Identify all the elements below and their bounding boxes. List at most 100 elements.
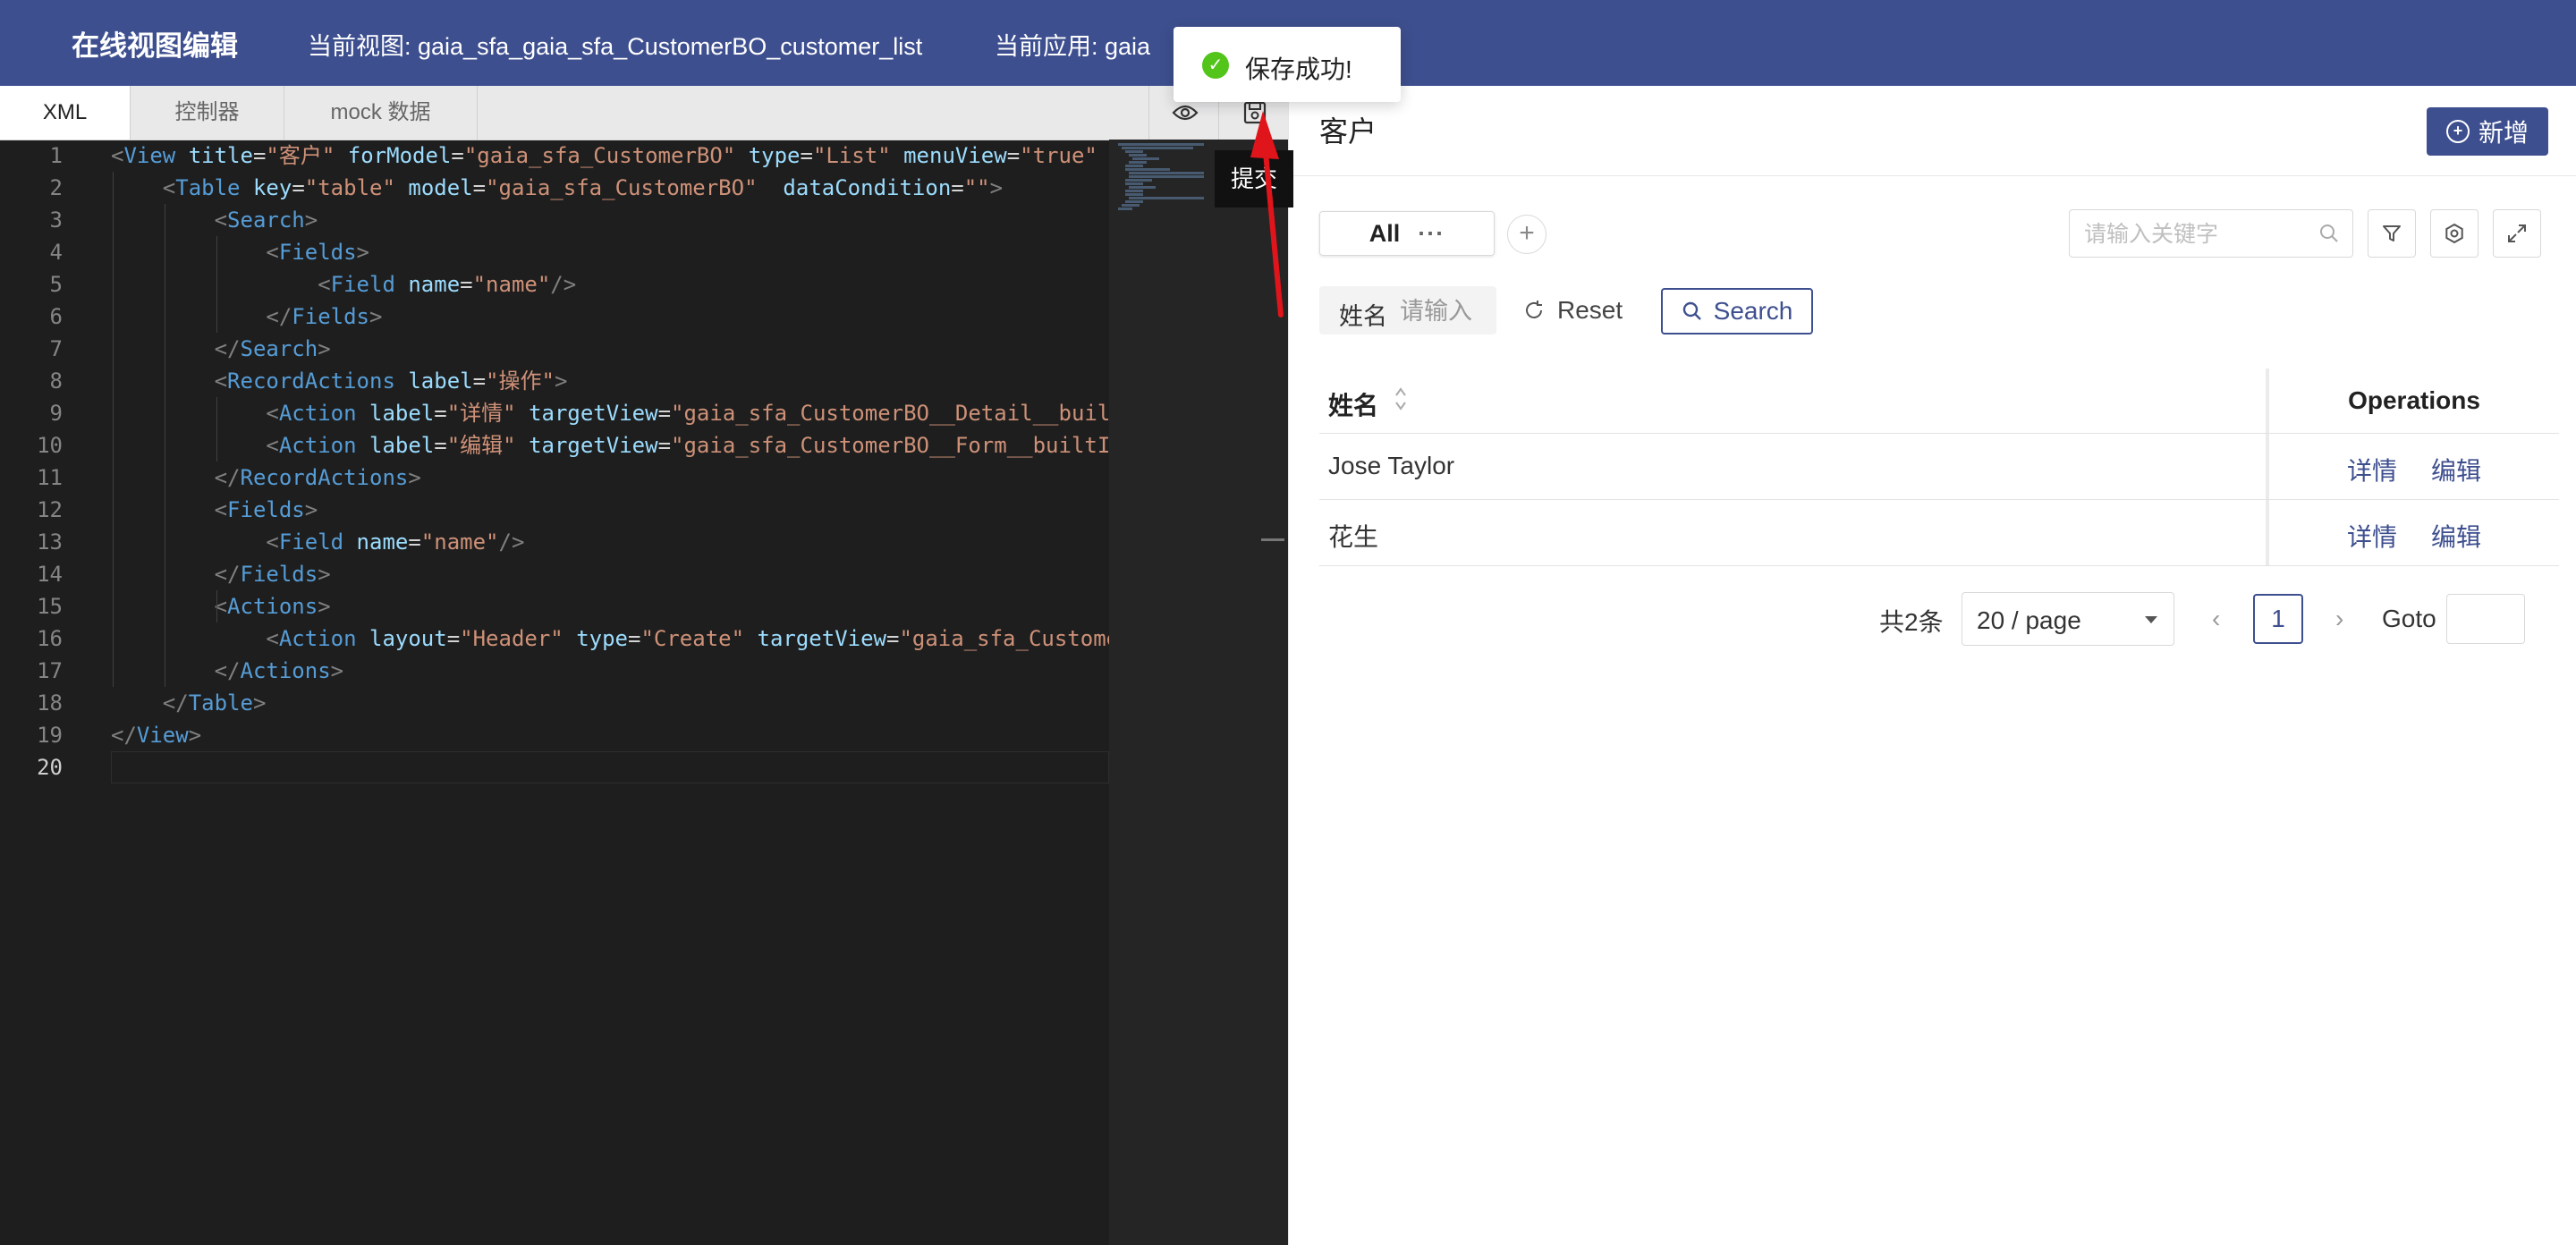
- indent-guide: [113, 172, 114, 687]
- table-row: Jose Taylor 详情 编辑: [1319, 434, 2559, 500]
- code-line[interactable]: <Actions>: [111, 590, 1109, 622]
- search-label: Search: [1713, 297, 1793, 325]
- total-count: 共2条: [1879, 608, 1944, 636]
- line-number: 13: [37, 529, 63, 555]
- minimap-line: [1129, 197, 1204, 199]
- code-line[interactable]: </Table>: [111, 687, 1109, 719]
- goto-page-input[interactable]: [2446, 594, 2525, 644]
- minimap-line: [1129, 186, 1156, 189]
- code-line[interactable]: <Fields>: [111, 236, 1109, 268]
- edit-link[interactable]: 编辑: [2431, 518, 2481, 554]
- plus-circle-icon: +: [2445, 120, 2470, 143]
- line-number: 11: [37, 465, 63, 490]
- minimap-line: [1125, 190, 1143, 192]
- minimap-line: [1129, 161, 1147, 164]
- minimap-line: [1125, 165, 1143, 167]
- annotation-arrow-icon: [1250, 111, 1284, 318]
- detail-link[interactable]: 详情: [2347, 452, 2397, 487]
- code-line[interactable]: </Search>: [111, 333, 1109, 365]
- minimap-line: [1125, 179, 1152, 182]
- code-line[interactable]: <Field name="name"/>: [111, 526, 1109, 558]
- filter-icon: [2383, 225, 2401, 241]
- table-header-row: 姓名 Operations: [1319, 368, 2559, 434]
- code-line[interactable]: </RecordActions>: [111, 462, 1109, 494]
- keyword-search: [2069, 209, 2353, 258]
- minimap-line: [1118, 208, 1132, 210]
- fullscreen-button[interactable]: [2493, 209, 2541, 258]
- add-view-button[interactable]: +: [1507, 215, 1546, 254]
- goto-label: Goto: [2382, 605, 2436, 632]
- code-line[interactable]: </Fields>: [111, 558, 1109, 590]
- tab-controller[interactable]: 控制器: [131, 86, 284, 140]
- code-line[interactable]: <Table key="table" model="gaia_sfa_Custo…: [111, 172, 1109, 204]
- line-number: 20: [37, 755, 63, 780]
- current-view-label: 当前视图: gaia_sfa_gaia_sfa_CustomerBO_custo…: [308, 33, 923, 60]
- app-title: 在线视图编辑: [72, 30, 238, 62]
- view-tab-all[interactable]: All ···: [1319, 211, 1495, 256]
- minimap-line: [1129, 172, 1204, 174]
- minimap-line: [1125, 200, 1143, 203]
- search-button[interactable]: Search: [1661, 288, 1813, 335]
- code-line[interactable]: </View>: [111, 719, 1109, 751]
- page-size-select[interactable]: 20 / page: [1962, 592, 2174, 646]
- next-page-button[interactable]: ›: [2335, 605, 2343, 633]
- code-line[interactable]: <RecordActions label="操作">: [111, 365, 1109, 397]
- success-toast: ✓ 保存成功!: [1174, 27, 1401, 102]
- line-number: 1: [49, 143, 63, 168]
- page-number-current[interactable]: 1: [2253, 594, 2303, 644]
- line-number: 4: [49, 240, 63, 265]
- sort-icon[interactable]: [1394, 385, 1407, 413]
- more-icon[interactable]: ···: [1418, 220, 1445, 248]
- minimap-line: [1125, 182, 1143, 185]
- line-number: 18: [37, 690, 63, 716]
- minimap-line: [1132, 157, 1159, 160]
- filter-button[interactable]: [2368, 209, 2416, 258]
- code-line[interactable]: <Fields>: [111, 494, 1109, 526]
- line-number: 5: [49, 272, 63, 297]
- tab-mock-data[interactable]: mock 数据: [284, 86, 478, 140]
- cell-name: Jose Taylor: [1328, 452, 1455, 479]
- toast-message: 保存成功!: [1245, 55, 1352, 83]
- code-line[interactable]: <View title="客户" forModel="gaia_sfa_Cust…: [111, 140, 1109, 172]
- code-line[interactable]: <Action label="详情" targetView="gaia_sfa_…: [111, 397, 1109, 429]
- preview-pane: 客户 + 新增 All ··· + 姓名 Reset Search 姓名: [1288, 86, 2576, 1245]
- minimap-line: [1129, 154, 1147, 157]
- keyword-search-input[interactable]: [2070, 210, 2327, 258]
- reset-button[interactable]: Reset: [1523, 286, 1623, 335]
- search-icon: [2320, 224, 2338, 242]
- indent-guide: [216, 590, 217, 622]
- customer-table: 姓名 Operations Jose Taylor 详情 编辑 花生 详情 编辑: [1319, 368, 2559, 566]
- expand-icon: [2508, 224, 2526, 242]
- minimap-line: [1129, 175, 1204, 178]
- cell-name: 花生: [1328, 523, 1379, 551]
- code-text-area[interactable]: <View title="客户" forModel="gaia_sfa_Cust…: [111, 140, 1109, 944]
- code-line[interactable]: </Fields>: [111, 301, 1109, 333]
- code-line[interactable]: <Search>: [111, 204, 1109, 236]
- prev-page-button[interactable]: ‹: [2212, 605, 2220, 633]
- code-line[interactable]: <Action layout="Header" type="Create" ta…: [111, 622, 1109, 655]
- check-circle-icon: ✓: [1202, 52, 1229, 79]
- code-line[interactable]: <Field name="name"/>: [111, 268, 1109, 301]
- refresh-icon: [1526, 301, 1542, 318]
- minimap-line: [1125, 193, 1143, 196]
- column-header-name[interactable]: 姓名: [1328, 386, 1378, 422]
- indent-guide: [216, 236, 217, 333]
- line-number: 14: [37, 562, 63, 587]
- detail-link[interactable]: 详情: [2347, 518, 2397, 554]
- code-line[interactable]: <Action label="编辑" targetView="gaia_sfa_…: [111, 429, 1109, 462]
- code-line[interactable]: [111, 751, 1109, 783]
- tab-xml[interactable]: XML: [0, 86, 131, 140]
- line-number: 8: [49, 368, 63, 394]
- name-field-input[interactable]: [1398, 293, 1491, 329]
- line-number: 2: [49, 175, 63, 200]
- view-tab-label: All: [1368, 219, 1401, 247]
- add-button[interactable]: + 新增: [2427, 107, 2548, 156]
- column-header-operations: Operations: [2348, 386, 2480, 414]
- settings-button[interactable]: [2430, 209, 2479, 258]
- line-number-gutter: 1 2 3 4 5 6 7 8 9 10 11 12 13 14 15 16 1…: [0, 140, 98, 783]
- edit-link[interactable]: 编辑: [2431, 452, 2481, 487]
- header-divider: [1289, 175, 2576, 176]
- scrollbar-marker: [1261, 538, 1284, 541]
- code-line[interactable]: </Actions>: [111, 655, 1109, 687]
- indent-guide: [216, 397, 217, 462]
